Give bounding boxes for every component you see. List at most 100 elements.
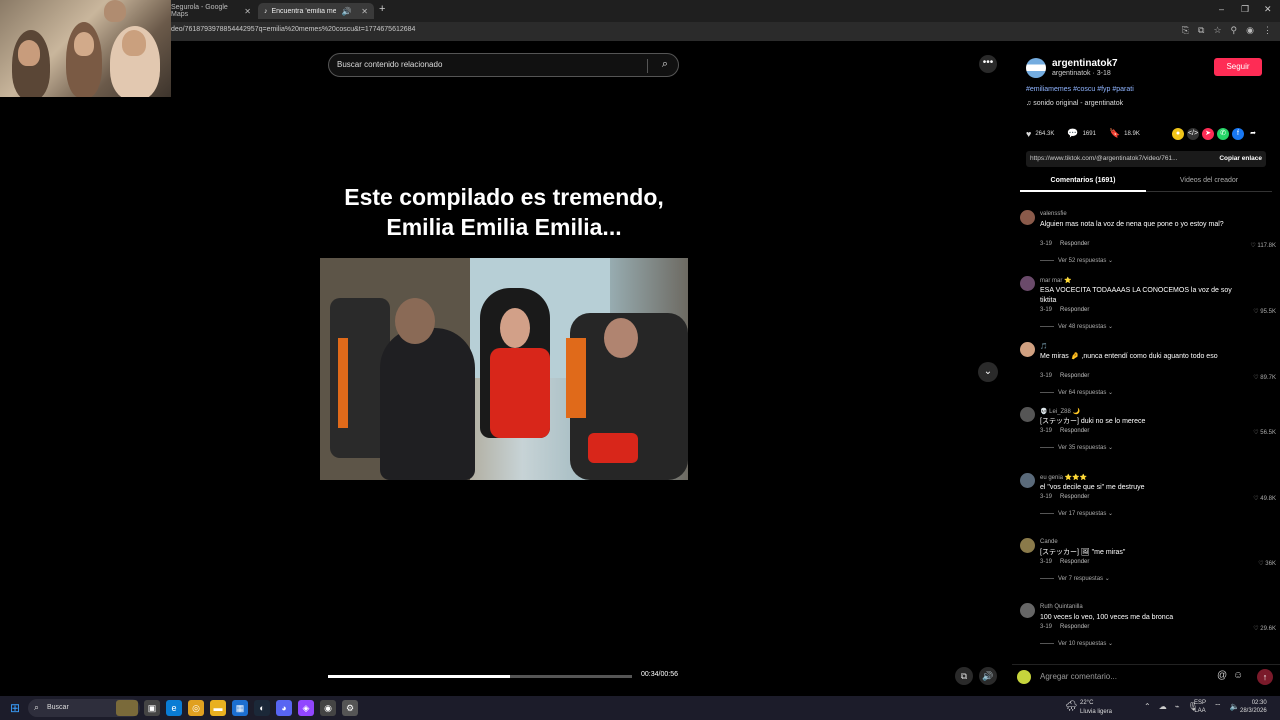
install-icon[interactable]: ⧉ [1198, 25, 1204, 36]
translate-icon[interactable]: ⎘ [1182, 25, 1189, 36]
view-replies-button[interactable]: Ver 7 respuestas ⌄ [1040, 575, 1110, 582]
mention-icon[interactable]: @ [1217, 670, 1227, 681]
view-replies-button[interactable]: Ver 48 respuestas ⌄ [1040, 323, 1113, 330]
progress-bar[interactable] [328, 675, 632, 678]
store-icon[interactable]: ▦ [232, 700, 248, 716]
share-icon[interactable]: ➦ [1247, 128, 1259, 140]
discord-icon[interactable]: ◕ [276, 700, 292, 716]
comment-input[interactable]: Agregar comentario... [1040, 672, 1117, 681]
like-button[interactable]: ♥ 264.3K [1026, 129, 1054, 139]
chevron-up-icon[interactable]: ⌃ [1144, 702, 1151, 711]
reply-button[interactable]: Responder [1060, 241, 1089, 247]
maximize-button[interactable]: ❐ [1241, 4, 1249, 15]
steam-icon[interactable]: ◐ [254, 700, 270, 716]
edge-icon[interactable]: e [166, 700, 182, 716]
star-icon[interactable]: ☆ [1213, 25, 1221, 36]
chrome-icon[interactable]: ◎ [188, 700, 204, 716]
twitch-icon[interactable]: ◈ [298, 700, 314, 716]
commenter-avatar[interactable] [1020, 538, 1035, 553]
tab-comments[interactable]: Comentarios (1691) [1020, 177, 1146, 184]
close-window-button[interactable]: ✕ [1264, 4, 1272, 15]
volume-button[interactable]: 🔊 [979, 667, 997, 685]
follow-button[interactable]: Seguir [1214, 58, 1262, 76]
comment-author[interactable]: eu genia ⭐⭐⭐ [1040, 474, 1087, 481]
whatsapp-icon[interactable]: ✆ [1217, 128, 1229, 140]
close-icon[interactable]: ✕ [244, 7, 251, 16]
search-icon[interactable]: ⌕ [662, 58, 668, 71]
emoji-icon[interactable]: ☺ [1233, 670, 1243, 681]
comment-likes[interactable]: ♡ 49.8K [1253, 495, 1276, 502]
extensions-icon[interactable]: ⚲ [1231, 25, 1238, 36]
new-tab-button[interactable]: + [379, 3, 385, 15]
windows-start-icon[interactable]: ⊞ [10, 701, 20, 715]
related-search-input[interactable]: Buscar contenido relacionado ⌕ [328, 53, 679, 77]
view-replies-button[interactable]: Ver 10 respuestas ⌄ [1040, 640, 1113, 647]
creator-avatar[interactable] [1026, 58, 1046, 78]
commenter-avatar[interactable] [1020, 473, 1035, 488]
video-link[interactable]: https://www.tiktok.com/@argentinatok7/vi… [1030, 155, 1200, 162]
volume-icon[interactable]: 🔈 [1230, 702, 1240, 712]
commenter-avatar[interactable] [1020, 342, 1035, 357]
commenter-avatar[interactable] [1020, 407, 1035, 422]
comment-likes[interactable]: ♡ 36K [1258, 560, 1276, 567]
commenter-avatar[interactable] [1020, 603, 1035, 618]
view-replies-button[interactable]: Ver 17 respuestas ⌄ [1040, 510, 1113, 517]
comment-author[interactable]: valenssfie [1040, 211, 1067, 217]
comment-author[interactable]: mar mar ⭐ [1040, 277, 1071, 284]
more-options-button[interactable]: ••• [979, 55, 997, 73]
profile-icon[interactable]: ◉ [1246, 25, 1254, 36]
reply-button[interactable]: Responder [1060, 373, 1089, 379]
tab-google-maps[interactable]: Segurola - Google Maps ✕ [165, 3, 257, 19]
hashtags[interactable]: #emiliamemes #coscu #fyp #parati [1026, 86, 1134, 93]
facebook-icon[interactable]: f [1232, 128, 1244, 140]
speaker-icon[interactable]: 🔊 [342, 7, 352, 16]
comment-likes[interactable]: ♡ 117.8K [1250, 242, 1276, 249]
wifi-icon[interactable]: ⌔ [1214, 702, 1222, 712]
send-button[interactable]: ↑ [1257, 669, 1273, 685]
coin-icon[interactable]: ● [1172, 128, 1184, 140]
comment-author[interactable]: 💀 Lei_Z88 🌙 [1040, 408, 1080, 415]
reply-button[interactable]: Responder [1060, 624, 1089, 630]
embed-icon[interactable]: </> [1187, 128, 1199, 140]
view-replies-button[interactable]: Ver 52 respuestas ⌄ [1040, 257, 1113, 264]
obs-icon[interactable]: ◉ [320, 700, 336, 716]
minimize-button[interactable]: – [1219, 4, 1224, 14]
comment-likes[interactable]: ♡ 95.5K [1253, 308, 1276, 315]
language-indicator[interactable]: ESP LAA [1194, 699, 1206, 715]
comment-likes[interactable]: ♡ 56.5K [1253, 429, 1276, 436]
view-replies-button[interactable]: Ver 64 respuestas ⌄ [1040, 389, 1113, 396]
comment-button[interactable]: 💬 1691 [1067, 128, 1096, 139]
url-field[interactable]: deo/7618793978854442957q=emilia%20memes%… [171, 26, 415, 33]
clock[interactable]: 02:30 28/3/2026 [1240, 699, 1267, 715]
send-icon[interactable]: ➤ [1202, 128, 1214, 140]
pip-button[interactable]: ⧉ [955, 667, 973, 685]
comment-author[interactable]: Cande [1040, 539, 1058, 545]
save-button[interactable]: 🔖 18.9K [1109, 128, 1140, 139]
comment-author[interactable]: 🎵 [1040, 343, 1047, 350]
next-video-button[interactable]: ⌄ [978, 362, 998, 382]
comment-likes[interactable]: ♡ 89.7K [1253, 374, 1276, 381]
folder-icon[interactable]: ▬ [210, 700, 226, 716]
network-icon[interactable]: ⌁ [1175, 702, 1180, 711]
copy-link-button[interactable]: Copiar enlace [1219, 155, 1262, 162]
menu-icon[interactable]: ⋮ [1263, 25, 1272, 36]
reply-button[interactable]: Responder [1060, 307, 1089, 313]
settings-icon[interactable]: ⚙ [342, 700, 358, 716]
close-icon[interactable]: ✕ [361, 7, 368, 16]
comment-author[interactable]: Ruth Quintanilla [1040, 604, 1083, 610]
task-view-icon[interactable]: ▣ [144, 700, 160, 716]
view-replies-button[interactable]: Ver 35 respuestas ⌄ [1040, 444, 1113, 451]
widget-icon[interactable] [116, 700, 138, 716]
tab-creator-videos[interactable]: Videos del creador [1146, 177, 1272, 184]
reply-button[interactable]: Responder [1060, 559, 1089, 565]
commenter-avatar[interactable] [1020, 210, 1035, 225]
commenter-avatar[interactable] [1020, 276, 1035, 291]
sound-link[interactable]: ♫ sonido original - argentinatok [1026, 100, 1123, 107]
reply-button[interactable]: Responder [1060, 428, 1089, 434]
reply-button[interactable]: Responder [1060, 494, 1089, 500]
creator-username[interactable]: argentinatok7 [1052, 58, 1118, 69]
cloud-icon[interactable]: ☁ [1159, 702, 1167, 711]
comment-likes[interactable]: ♡ 29.6K [1253, 625, 1276, 632]
video-player[interactable]: Buscar contenido relacionado ⌕ Este comp… [320, 44, 688, 694]
tab-tiktok[interactable]: ♪ Encuentra 'emilia memes c 🔊 ✕ [258, 3, 374, 19]
